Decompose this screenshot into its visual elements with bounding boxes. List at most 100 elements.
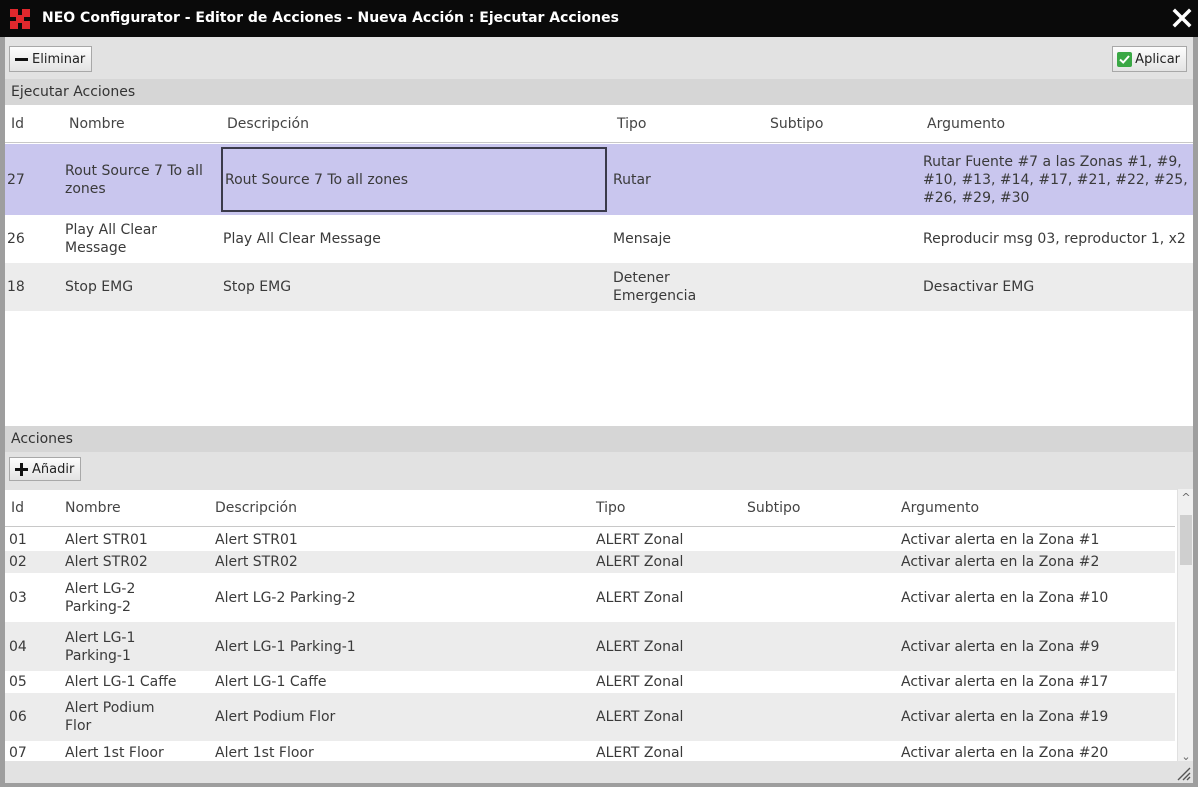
column-header-id[interactable]: Id xyxy=(11,105,24,142)
list-item[interactable]: 05 Alert LG-1 Caffe Alert LG-1 Caffe ALE… xyxy=(5,671,1175,693)
row-subtype xyxy=(770,144,920,215)
dialog-body: Eliminar Aplicar Ejecutar Acciones Id No… xyxy=(0,37,1198,787)
column-header-subtype[interactable]: Subtipo xyxy=(770,105,823,142)
apply-button-label: Aplicar xyxy=(1135,51,1180,67)
row-argument: Activar alerta en la Zona #20 xyxy=(901,745,1109,761)
row-description: Play All Clear Message xyxy=(223,231,381,247)
row-id: 06 xyxy=(9,709,27,725)
row-name: Rout Source 7 To all zones xyxy=(65,162,203,197)
row-name: Alert STR01 xyxy=(65,532,148,548)
row-name: Alert 1st Floor xyxy=(65,745,164,761)
column-header-name[interactable]: Nombre xyxy=(69,105,125,142)
delete-button-label: Eliminar xyxy=(32,51,86,67)
minus-icon xyxy=(14,52,29,67)
row-type: Detener Emergencia xyxy=(613,270,697,304)
toolbar: Eliminar Aplicar xyxy=(5,37,1193,79)
row-description: Alert LG-2 Parking-2 xyxy=(215,589,356,606)
row-argument: Activar alerta en la Zona #10 xyxy=(901,589,1109,606)
add-button-label: Añadir xyxy=(32,461,75,477)
row-name: Alert Podium Flor xyxy=(65,700,155,734)
row-name: Alert STR02 xyxy=(65,554,148,570)
resize-grip-icon[interactable] xyxy=(1175,765,1191,781)
row-argument: Activar alerta en la Zona #17 xyxy=(901,674,1109,690)
row-description: Alert 1st Floor xyxy=(215,745,314,761)
actions-grid-header: Id Nombre Descripción Tipo Subtipo Argum… xyxy=(5,490,1175,527)
row-description: Alert STR02 xyxy=(215,554,298,570)
add-button[interactable]: Añadir xyxy=(9,457,82,481)
row-id: 03 xyxy=(9,589,27,606)
row-description: Alert LG-1 Parking-1 xyxy=(215,638,356,655)
row-argument: Activar alerta en la Zona #9 xyxy=(901,638,1100,655)
row-description: Rout Source 7 To all zones xyxy=(225,171,409,188)
table-row[interactable]: 26 Play All Clear Message Play All Clear… xyxy=(5,215,1193,263)
table-row[interactable]: 27 Rout Source 7 To all zones Rout Sourc… xyxy=(5,144,1193,215)
window-title: NEO Configurator - Editor de Acciones - … xyxy=(42,10,619,26)
row-argument: Activar alerta en la Zona #1 xyxy=(901,532,1100,548)
row-description: Alert Podium Flor xyxy=(215,709,336,725)
actions-header: Acciones xyxy=(5,426,1193,452)
list-item[interactable]: 02 Alert STR02 Alert STR02 ALERT Zonal A… xyxy=(5,551,1175,573)
actions-scrollbar[interactable]: ^ ⌄ xyxy=(1177,489,1193,782)
list-item[interactable]: 04 Alert LG-1 Parking-1 Alert LG-1 Parki… xyxy=(5,622,1175,671)
app-logo-icon xyxy=(10,9,30,29)
row-name: Alert LG-2 Parking-2 xyxy=(65,580,136,615)
row-subtype xyxy=(770,263,920,311)
check-icon xyxy=(1117,51,1133,67)
delete-button[interactable]: Eliminar xyxy=(9,46,93,72)
row-id: 05 xyxy=(9,674,27,690)
row-description: Stop EMG xyxy=(223,279,292,295)
row-argument: Desactivar EMG xyxy=(923,279,1035,295)
apply-button[interactable]: Aplicar xyxy=(1112,46,1187,72)
row-id: 27 xyxy=(7,171,25,188)
scroll-up-icon[interactable]: ^ xyxy=(1178,489,1194,505)
column-header-id[interactable]: Id xyxy=(11,490,24,526)
status-strip xyxy=(5,761,1193,783)
column-header-type[interactable]: Tipo xyxy=(617,105,646,142)
row-name: Alert LG-1 Parking-1 xyxy=(65,629,136,664)
row-argument: Activar alerta en la Zona #2 xyxy=(901,554,1100,570)
column-header-argument[interactable]: Argumento xyxy=(927,105,1005,142)
close-icon[interactable] xyxy=(1170,6,1194,30)
row-type: ALERT Zonal xyxy=(596,709,684,725)
row-type: ALERT Zonal xyxy=(596,745,684,761)
row-id: 26 xyxy=(7,231,25,247)
list-item[interactable]: 07 Alert 1st Floor Alert 1st Floor ALERT… xyxy=(5,741,1175,761)
row-id: 04 xyxy=(9,638,27,655)
execute-actions-header: Ejecutar Acciones xyxy=(5,79,1193,105)
row-type: ALERT Zonal xyxy=(596,532,684,548)
row-description: Alert LG-1 Caffe xyxy=(215,674,327,690)
column-header-subtype[interactable]: Subtipo xyxy=(747,490,800,526)
list-item[interactable]: 03 Alert LG-2 Parking-2 Alert LG-2 Parki… xyxy=(5,573,1175,622)
table-row[interactable]: 18 Stop EMG Stop EMG Detener Emergencia … xyxy=(5,263,1193,311)
row-argument: Activar alerta en la Zona #19 xyxy=(901,709,1109,725)
row-id: 07 xyxy=(9,745,27,761)
plus-icon xyxy=(14,462,29,477)
row-type: ALERT Zonal xyxy=(596,674,684,690)
row-name: Play All Clear Message xyxy=(65,222,158,256)
row-name: Alert LG-1 Caffe xyxy=(65,674,177,690)
column-header-argument[interactable]: Argumento xyxy=(901,490,979,526)
row-name: Stop EMG xyxy=(65,279,134,295)
column-header-description[interactable]: Descripción xyxy=(227,105,309,142)
list-item[interactable]: 01 Alert STR01 Alert STR01 ALERT Zonal A… xyxy=(5,529,1175,551)
column-header-name[interactable]: Nombre xyxy=(65,490,121,526)
row-type: ALERT Zonal xyxy=(596,554,684,570)
row-type: ALERT Zonal xyxy=(596,589,684,606)
row-argument: Reproducir msg 03, reproductor 1, x2 xyxy=(923,231,1186,247)
row-argument: Rutar Fuente #7 a las Zonas #1, #9, #10,… xyxy=(923,153,1188,206)
row-id: 18 xyxy=(7,279,25,295)
row-type: Rutar xyxy=(613,171,651,188)
row-description-editor[interactable]: Rout Source 7 To all zones xyxy=(221,147,607,212)
title-bar: NEO Configurator - Editor de Acciones - … xyxy=(0,0,1198,37)
row-subtype xyxy=(770,215,920,263)
column-header-type[interactable]: Tipo xyxy=(596,490,625,526)
row-type: ALERT Zonal xyxy=(596,638,684,655)
row-id: 02 xyxy=(9,554,27,570)
column-header-description[interactable]: Descripción xyxy=(215,490,297,526)
row-type: Mensaje xyxy=(613,231,671,247)
row-id: 01 xyxy=(9,532,27,548)
list-item[interactable]: 06 Alert Podium Flor Alert Podium Flor A… xyxy=(5,693,1175,741)
scroll-thumb[interactable] xyxy=(1180,515,1192,565)
actions-toolbar: Añadir xyxy=(5,452,1193,490)
execute-grid-header: Id Nombre Descripción Tipo Subtipo Argum… xyxy=(5,105,1193,143)
